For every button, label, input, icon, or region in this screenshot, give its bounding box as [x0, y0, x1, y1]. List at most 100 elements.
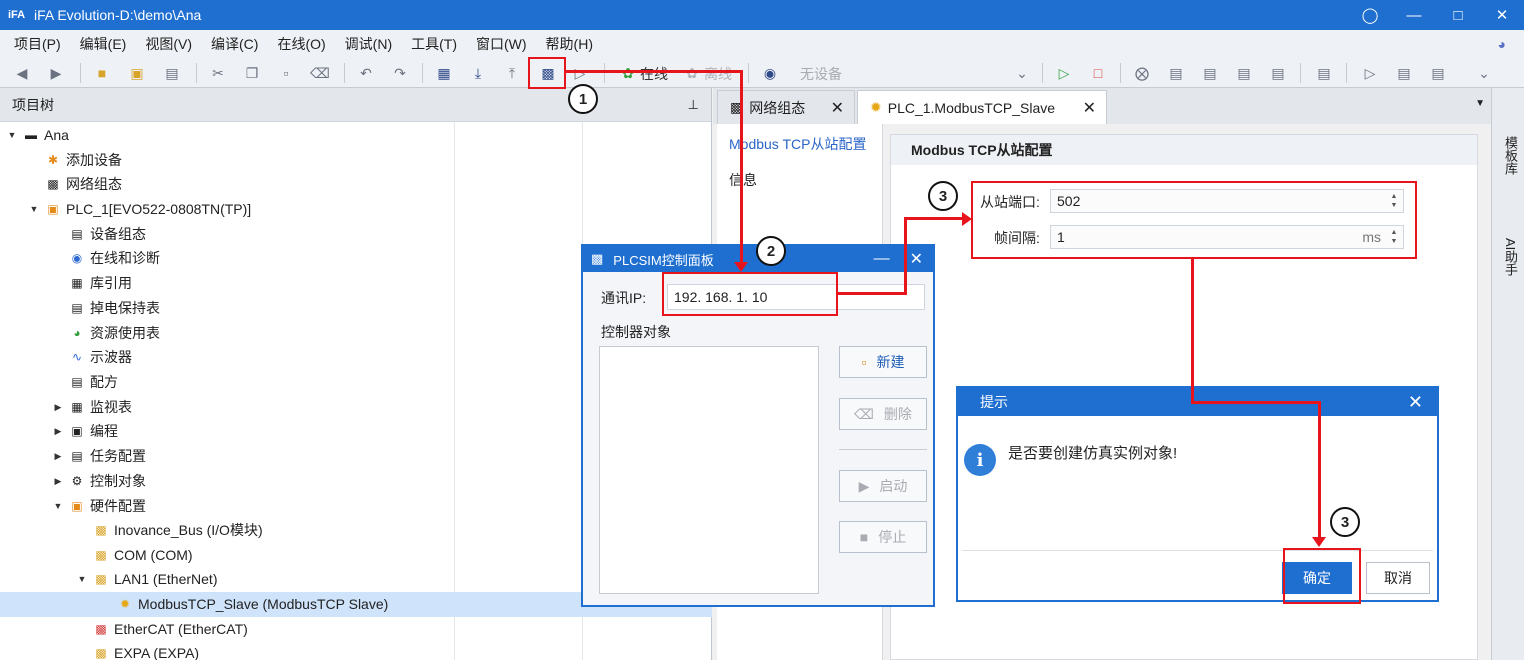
menu-help[interactable]: 帮助(H) [546, 34, 593, 54]
run-icon[interactable]: ▷ [1052, 61, 1076, 85]
tab-modbustcp-slave[interactable]: ✹ PLC_1.ModbusTCP_Slave ✕ [857, 90, 1107, 124]
new-button[interactable]: ▫ 新建 [839, 346, 927, 378]
online-label[interactable]: 在线 [640, 64, 668, 84]
back-icon[interactable]: ◀ [10, 61, 34, 85]
minimize-icon[interactable]: — [874, 250, 890, 268]
menu-online[interactable]: 在线(O) [277, 34, 325, 54]
document-icon[interactable]: ▤ [1312, 61, 1336, 85]
ai-assistant-tab[interactable]: AI助手 [1501, 238, 1520, 276]
nav-modbus-config[interactable]: Modbus TCP从站配置 [729, 134, 866, 154]
app-logo: iFA [8, 9, 26, 21]
tree-item-ana[interactable]: ▼ ▬ Ana [0, 123, 712, 148]
tab-list-icon[interactable]: ▼ [1475, 98, 1485, 109]
device-search-icon[interactable]: ◉ [758, 61, 782, 85]
globe-icon[interactable]: ◕ [1498, 36, 1506, 52]
copy-icon[interactable]: ❐ [240, 61, 264, 85]
step-marker-3a: 3 [928, 181, 958, 211]
maximize-icon[interactable]: □ [1436, 0, 1480, 30]
controller-objects-label: 控制器对象 [601, 324, 671, 340]
cancel-button[interactable]: 取消 [1366, 562, 1430, 594]
open-folder-icon[interactable]: ▣ [125, 61, 149, 85]
device-select[interactable]: 无设备 [800, 64, 842, 84]
table-icon-1[interactable]: ▤ [1164, 61, 1188, 85]
confirm-message: 是否要创建仿真实例对象! [1008, 445, 1178, 462]
step-marker-2: 2 [756, 236, 786, 266]
close-icon[interactable]: ✕ [910, 249, 923, 269]
pin-icon[interactable]: ⊥ [688, 97, 699, 113]
upload-icon[interactable]: ⤒ [500, 61, 524, 85]
toolbar-more-icon[interactable]: ⌄ [1472, 61, 1496, 85]
forward-icon[interactable]: ▶ [44, 61, 68, 85]
controller-objects-list[interactable] [599, 346, 819, 594]
debug-run-icon[interactable]: ▷ [1358, 61, 1382, 85]
online-icon[interactable]: ✿ [616, 61, 640, 85]
tree-item-ethercat[interactable]: ▩ EtherCAT (EtherCAT) [0, 617, 712, 642]
diagnostics-icon: ◉ [71, 251, 83, 266]
offline-label[interactable]: 离线 [704, 64, 732, 84]
slave-gear-icon: ✹ [870, 99, 882, 115]
close-icon[interactable]: ✕ [831, 98, 844, 118]
delete-button[interactable]: ⌫ 删除 [839, 398, 927, 430]
annotation-box-1 [528, 57, 566, 89]
table-icon-3[interactable]: ▤ [1232, 61, 1256, 85]
delete-icon[interactable]: ⌫ [308, 61, 332, 85]
title-bar: iFA iFA Evolution-D:\demo\Ana ◯ — □ ✕ [0, 0, 1524, 30]
project-tree-title: 项目树 [12, 96, 54, 113]
add-device-icon: ✱ [47, 153, 59, 168]
save-icon[interactable]: ▤ [160, 61, 184, 85]
editor-tab-strip: ▩ 网络组态 ✕ ✹ PLC_1.ModbusTCP_Slave ✕ ▼ [713, 88, 1491, 124]
undo-icon[interactable]: ↶ [354, 61, 378, 85]
programming-icon: ▣ [71, 424, 83, 439]
annotation-line [566, 70, 742, 73]
divider [962, 550, 1433, 551]
compile-icon[interactable]: ▦ [432, 61, 456, 85]
menu-project[interactable]: 项目(P) [14, 34, 61, 54]
cross-ref-icon[interactable]: ⨂ [1130, 61, 1154, 85]
menu-edit[interactable]: 编辑(E) [80, 34, 127, 54]
annotation-line [1191, 259, 1194, 404]
offline-icon[interactable]: ✿ [680, 61, 704, 85]
tree-item-add-device[interactable]: ✱ 添加设备 [0, 148, 712, 173]
table-icon-2[interactable]: ▤ [1198, 61, 1222, 85]
download-icon[interactable]: ⤓ [466, 61, 490, 85]
stop-icon[interactable]: □ [1086, 61, 1110, 85]
annotation-box-3a [971, 181, 1417, 259]
ethercat-icon: ▩ [95, 622, 107, 637]
expa-icon: ▩ [95, 646, 107, 660]
user-icon[interactable]: ◯ [1348, 0, 1392, 30]
toolbar: ◀ ▶ ■ ▣ ▤ ✂ ❐ ▫ ⌫ ↶ ↷ ▦ ⤓ ⤒ ▩ ▷ ✿ 在线 ✿ 离… [0, 58, 1524, 88]
ip-label: 通讯IP: [601, 290, 647, 306]
menu-window[interactable]: 窗口(W) [476, 34, 527, 54]
redo-icon[interactable]: ↷ [388, 61, 412, 85]
simulate-run-icon[interactable]: ▷ [568, 61, 592, 85]
close-icon[interactable]: ✕ [1480, 0, 1524, 30]
menu-tools[interactable]: 工具(T) [411, 34, 457, 54]
right-side-panel: 模板库 AI助手 [1491, 88, 1524, 660]
table-icon-4[interactable]: ▤ [1266, 61, 1290, 85]
template-library-tab[interactable]: 模板库 [1501, 136, 1520, 175]
close-icon[interactable]: ✕ [1083, 98, 1096, 118]
nav-info[interactable]: 信息 [729, 170, 757, 190]
close-icon[interactable]: ✕ [1408, 392, 1423, 413]
menu-compile[interactable]: 编译(C) [211, 34, 258, 54]
paste-icon[interactable]: ▫ [274, 61, 298, 85]
cut-icon[interactable]: ✂ [206, 61, 230, 85]
lan-icon: ▩ [95, 572, 107, 587]
annotation-line [1318, 401, 1321, 539]
tree-item-expa[interactable]: ▩ EXPA (EXPA) [0, 641, 712, 660]
step-icon-2[interactable]: ▤ [1426, 61, 1450, 85]
menu-view[interactable]: 视图(V) [145, 34, 192, 54]
menu-debug[interactable]: 调试(N) [345, 34, 392, 54]
tree-item-plc1[interactable]: ▼ ▣ PLC_1[EVO522-0808TN(TP)] [0, 197, 712, 222]
annotation-box-3b [1283, 548, 1361, 604]
tab-network-config[interactable]: ▩ 网络组态 ✕ [717, 90, 855, 124]
minimize-icon[interactable]: — [1392, 0, 1436, 30]
new-project-icon[interactable]: ■ [90, 61, 114, 85]
step-icon-1[interactable]: ▤ [1392, 61, 1416, 85]
arrowhead [962, 212, 972, 226]
chevron-down-icon[interactable]: ⌄ [1010, 61, 1034, 85]
tree-item-network[interactable]: ▩ 网络组态 [0, 172, 712, 197]
start-button[interactable]: ▶ 启动 [839, 470, 927, 502]
stop-button[interactable]: ■ 停止 [839, 521, 927, 553]
gear-icon: ⚙ [71, 474, 83, 489]
